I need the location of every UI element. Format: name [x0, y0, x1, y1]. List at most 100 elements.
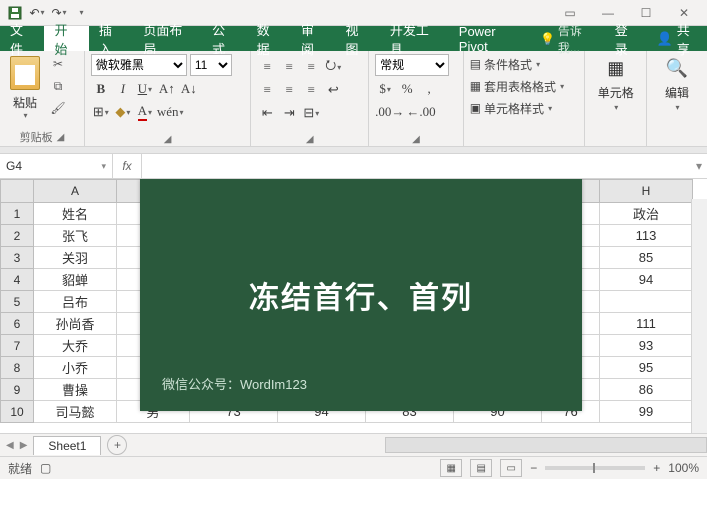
- fill-color-button[interactable]: ◆▾: [113, 102, 133, 122]
- dialog-launcher-icon[interactable]: ◢: [57, 132, 65, 143]
- tab-formula[interactable]: 公式: [202, 26, 246, 51]
- cell[interactable]: 大乔: [34, 335, 117, 357]
- formula-bar[interactable]: [142, 154, 691, 178]
- sheet-tab[interactable]: Sheet1: [33, 436, 101, 455]
- tab-layout[interactable]: 页面布局: [133, 26, 202, 51]
- underline-button[interactable]: U▾: [135, 79, 155, 99]
- editing-button[interactable]: 🔍 编辑 ▾: [653, 54, 701, 112]
- horizontal-scrollbar[interactable]: [385, 437, 707, 453]
- row-header[interactable]: 8: [1, 357, 34, 379]
- italic-button[interactable]: I: [113, 79, 133, 99]
- align-top-icon[interactable]: ≡: [257, 57, 277, 77]
- name-box[interactable]: G4▾: [0, 154, 113, 178]
- dialog-launcher-icon[interactable]: ◢: [306, 134, 314, 145]
- cell[interactable]: 111: [600, 313, 693, 335]
- cell[interactable]: 司马懿: [34, 401, 117, 423]
- cell[interactable]: 113: [600, 225, 693, 247]
- cell[interactable]: 貂蝉: [34, 269, 117, 291]
- comma-button[interactable]: ,: [419, 79, 439, 99]
- tab-dev[interactable]: 开发工具: [380, 26, 449, 51]
- zoom-level[interactable]: 100%: [668, 461, 699, 475]
- cell[interactable]: 94: [600, 269, 693, 291]
- dialog-launcher-icon[interactable]: ◢: [164, 134, 172, 145]
- cell[interactable]: 张飞: [34, 225, 117, 247]
- number-format-select[interactable]: 常规: [375, 54, 449, 76]
- increase-decimal-icon[interactable]: .00→: [375, 102, 404, 122]
- cell[interactable]: 曹操: [34, 379, 117, 401]
- tab-home[interactable]: 开始: [44, 26, 88, 51]
- conditional-format-button[interactable]: ▤条件格式▾: [470, 54, 564, 74]
- bold-button[interactable]: B: [91, 79, 111, 99]
- tab-view[interactable]: 视图: [335, 26, 379, 51]
- row-header[interactable]: 7: [1, 335, 34, 357]
- font-size-select[interactable]: 11: [190, 54, 232, 76]
- cell[interactable]: 85: [600, 247, 693, 269]
- cells-button[interactable]: ▦ 单元格 ▾: [592, 54, 640, 112]
- cell[interactable]: 86: [600, 379, 693, 401]
- cell[interactable]: 95: [600, 357, 693, 379]
- select-all-corner[interactable]: [1, 180, 34, 203]
- ribbon-options-icon[interactable]: ▭: [555, 2, 585, 24]
- row-header[interactable]: 4: [1, 269, 34, 291]
- cell[interactable]: 吕布: [34, 291, 117, 313]
- expand-formula-icon[interactable]: ▾: [691, 154, 707, 178]
- decrease-decimal-icon[interactable]: ←.00: [406, 102, 435, 122]
- align-middle-icon[interactable]: ≡: [279, 57, 299, 77]
- row-header[interactable]: 9: [1, 379, 34, 401]
- increase-font-icon[interactable]: A↑: [157, 79, 177, 99]
- macro-record-icon[interactable]: ▢: [40, 461, 51, 475]
- decrease-indent-icon[interactable]: ⇤: [257, 103, 277, 123]
- align-left-icon[interactable]: ≡: [257, 80, 277, 100]
- font-color-button[interactable]: A▾: [135, 102, 155, 122]
- cell[interactable]: [600, 291, 693, 313]
- row-header[interactable]: 2: [1, 225, 34, 247]
- tab-data[interactable]: 数据: [247, 26, 291, 51]
- prev-sheet-icon[interactable]: ◀: [6, 440, 14, 451]
- column-header[interactable]: H: [600, 180, 693, 203]
- tab-review[interactable]: 审阅: [291, 26, 335, 51]
- copy-icon[interactable]: ⧉: [48, 76, 68, 96]
- normal-view-icon[interactable]: ▦: [440, 459, 462, 477]
- row-header[interactable]: 3: [1, 247, 34, 269]
- cell[interactable]: 孙尚香: [34, 313, 117, 335]
- zoom-out-button[interactable]: −: [530, 461, 537, 475]
- add-sheet-button[interactable]: +: [107, 435, 127, 455]
- dialog-launcher-icon[interactable]: ◢: [412, 134, 420, 145]
- chevron-down-icon[interactable]: ▾: [101, 161, 106, 172]
- page-layout-icon[interactable]: ▤: [470, 459, 492, 477]
- phonetic-button[interactable]: wén▾: [157, 102, 184, 122]
- tab-power[interactable]: Power Pivot: [449, 26, 534, 51]
- merge-center-button[interactable]: ⊟▾: [301, 103, 321, 123]
- vertical-scrollbar[interactable]: [691, 199, 707, 433]
- cell[interactable]: 政治: [600, 203, 693, 225]
- column-header[interactable]: A: [34, 180, 117, 203]
- align-bottom-icon[interactable]: ≡: [301, 57, 321, 77]
- font-name-select[interactable]: 微软雅黑: [91, 54, 187, 76]
- row-header[interactable]: 5: [1, 291, 34, 313]
- increase-indent-icon[interactable]: ⇥: [279, 103, 299, 123]
- orientation-icon[interactable]: ⭮▾: [323, 57, 343, 77]
- align-right-icon[interactable]: ≡: [301, 80, 321, 100]
- format-painter-icon[interactable]: 🖌: [48, 98, 68, 118]
- fx-icon[interactable]: fx: [113, 154, 142, 178]
- row-header[interactable]: 6: [1, 313, 34, 335]
- zoom-slider[interactable]: [545, 466, 645, 470]
- table-format-button[interactable]: ▦套用表格格式▾: [470, 76, 564, 96]
- border-button[interactable]: ⊞▾: [91, 102, 111, 122]
- paste-button[interactable]: 粘贴 ▾: [6, 54, 44, 120]
- cell[interactable]: 小乔: [34, 357, 117, 379]
- cell[interactable]: 关羽: [34, 247, 117, 269]
- cell-styles-button[interactable]: ▣单元格样式▾: [470, 98, 564, 118]
- wrap-text-icon[interactable]: ↩: [323, 80, 343, 100]
- next-sheet-icon[interactable]: ▶: [20, 440, 28, 451]
- cell[interactable]: 93: [600, 335, 693, 357]
- decrease-font-icon[interactable]: A↓: [179, 79, 199, 99]
- row-header[interactable]: 1: [1, 203, 34, 225]
- align-center-icon[interactable]: ≡: [279, 80, 299, 100]
- currency-button[interactable]: $▾: [375, 79, 395, 99]
- tab-insert[interactable]: 插入: [89, 26, 133, 51]
- zoom-in-button[interactable]: +: [653, 461, 660, 475]
- row-header[interactable]: 10: [1, 401, 34, 423]
- percent-button[interactable]: %: [397, 79, 417, 99]
- cell[interactable]: 99: [600, 401, 693, 423]
